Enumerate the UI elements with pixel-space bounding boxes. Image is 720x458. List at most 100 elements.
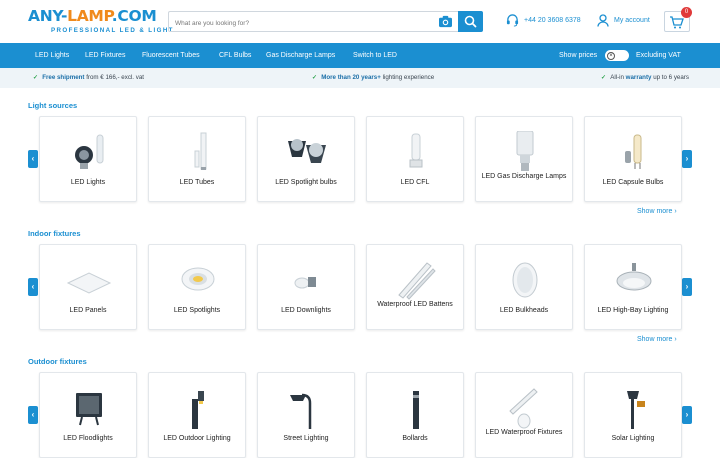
logo-wordmark: ANY-LAMP.COM [28, 7, 157, 25]
search-icon [464, 15, 477, 28]
show-more-link[interactable]: Show more › [637, 336, 677, 343]
usp-warranty: ✓ All-in warranty up to 6 years [601, 74, 689, 81]
chevron-right-icon: › [685, 154, 689, 163]
category-label: LED Panels [69, 307, 107, 314]
phone-number: +44 20 3608 6378 [524, 17, 581, 24]
show-more-link[interactable]: Show more › [637, 208, 677, 215]
nav-item-fluorescent-tubes[interactable]: Fluorescent Tubes [142, 43, 200, 68]
category-label: LED Downlights [281, 307, 331, 314]
downlight-image [294, 277, 316, 289]
street-light-image [290, 393, 312, 429]
carousel-prev-button[interactable]: ‹ [28, 150, 38, 168]
user-icon [597, 14, 609, 27]
category-card-led-high-bay-lighting[interactable]: LED High-Bay Lighting [584, 244, 682, 330]
category-label: LED Spotlight bulbs [275, 179, 337, 186]
show-prices-label: Show prices [559, 52, 598, 59]
camera-icon[interactable] [438, 15, 453, 28]
nav-item-led-fixtures[interactable]: LED Fixtures [85, 43, 125, 68]
cart-button[interactable]: 0 [664, 7, 692, 32]
cfl-image [409, 133, 423, 168]
high-bay-image [616, 263, 652, 291]
category-label: LED High-Bay Lighting [597, 307, 669, 314]
phone-contact[interactable]: +44 20 3608 6378 [506, 14, 581, 27]
account-link[interactable]: My account [597, 14, 650, 27]
carousel-next-button[interactable]: › [682, 150, 692, 168]
logo-tagline: PROFESSIONAL LED & LIGHT [51, 27, 174, 34]
gas-discharge-lamp-image [516, 131, 534, 171]
category-card-led-outdoor-lighting[interactable]: LED Outdoor Lighting [148, 372, 246, 458]
section-title-light-sources: Light sources [28, 101, 78, 110]
led-bulbs-image [75, 134, 104, 169]
site-header: ANY-LAMP.COM PROFESSIONAL LED & LIGHT +4… [0, 0, 720, 43]
headset-icon [506, 14, 519, 27]
chevron-right-icon: › [674, 208, 677, 215]
category-card-solar-lighting[interactable]: Solar Lighting [584, 372, 682, 458]
section-title-outdoor-fixtures: Outdoor fixtures [28, 357, 87, 366]
category-label: Bollards [402, 435, 428, 442]
category-card-led-spotlight-bulbs[interactable]: LED Spotlight bulbs [257, 116, 355, 202]
category-card-led-capsule-bulbs[interactable]: LED Capsule Bulbs [584, 116, 682, 202]
category-label: LED Lights [70, 179, 106, 186]
carousel-prev-button[interactable]: ‹ [28, 406, 38, 424]
search-input[interactable] [169, 14, 419, 33]
category-card-led-tubes[interactable]: LED Tubes [148, 116, 246, 202]
floodlight-image [76, 393, 102, 426]
category-card-led-panels[interactable]: LED Panels [39, 244, 137, 330]
category-card-led-gas-discharge-lamps[interactable]: LED Gas Discharge Lamps [475, 116, 573, 202]
led-panel-image [66, 272, 112, 294]
capsule-bulbs-image [625, 134, 642, 169]
category-label: LED Tubes [179, 179, 215, 186]
category-card-led-waterproof-fixtures[interactable]: LED Waterproof Fixtures [475, 372, 573, 458]
vat-toggle[interactable]: × [605, 50, 629, 61]
chevron-left-icon: ‹ [31, 410, 35, 419]
chevron-right-icon: › [674, 336, 677, 343]
carousel-next-button[interactable]: › [682, 406, 692, 424]
vat-label: Excluding VAT [636, 52, 681, 59]
category-label: LED Capsule Bulbs [602, 179, 664, 186]
search-button[interactable] [458, 11, 483, 32]
carousel-prev-button[interactable]: ‹ [28, 278, 38, 296]
category-card-waterproof-led-battens[interactable]: Waterproof LED Battens [366, 244, 464, 330]
section-title-indoor-fixtures: Indoor fixtures [28, 229, 81, 238]
usp-bar: ✓ Free shipment from € 166,- excl. vat ✓ M… [0, 68, 720, 88]
chevron-right-icon: › [685, 410, 689, 419]
category-label: LED Gas Discharge Lamps [481, 173, 567, 180]
carousel-next-button[interactable]: › [682, 278, 692, 296]
spotlight-bulbs-image [288, 139, 326, 163]
category-card-led-lights[interactable]: LED Lights [39, 116, 137, 202]
logo[interactable]: ANY-LAMP.COM PROFESSIONAL LED & LIGHT [28, 7, 172, 37]
usp-shipping: ✓ Free shipment from € 166,- excl. vat [33, 74, 144, 81]
category-card-led-floodlights[interactable]: LED Floodlights [39, 372, 137, 458]
chevron-left-icon: ‹ [31, 154, 35, 163]
chevron-left-icon: ‹ [31, 282, 35, 291]
nav-item-gas-discharge-lamps[interactable]: Gas Discharge Lamps [266, 43, 335, 68]
category-label: LED Spotlights [173, 307, 221, 314]
check-icon: ✓ [601, 74, 607, 81]
category-card-led-downlights[interactable]: LED Downlights [257, 244, 355, 330]
category-card-led-spotlights[interactable]: LED Spotlights [148, 244, 246, 330]
nav-item-led-lights[interactable]: LED Lights [35, 43, 69, 68]
check-icon: ✓ [312, 74, 318, 81]
check-icon: ✓ [33, 74, 39, 81]
category-label: LED Outdoor Lighting [163, 435, 231, 442]
nav-item-switch-to-led[interactable]: Switch to LED [353, 43, 397, 68]
search-box [168, 11, 458, 33]
category-card-street-lighting[interactable]: Street Lighting [257, 372, 355, 458]
led-tubes-image [194, 132, 207, 170]
category-card-bollards[interactable]: Bollards [366, 372, 464, 458]
cart-count-badge: 0 [681, 7, 692, 18]
category-label: LED CFL [400, 179, 430, 186]
account-label: My account [614, 17, 650, 24]
category-label: LED Waterproof Fixtures [485, 429, 563, 436]
nav-item-cfl-bulbs[interactable]: CFL Bulbs [219, 43, 251, 68]
category-card-led-cfl[interactable]: LED CFL [366, 116, 464, 202]
chevron-right-icon: › [685, 282, 689, 291]
category-card-led-bulkheads[interactable]: LED Bulkheads [475, 244, 573, 330]
waterproof-fixture-image [509, 388, 538, 429]
bollard-image [413, 391, 419, 429]
batten-image [398, 262, 436, 300]
category-label: LED Floodlights [63, 435, 113, 442]
bulkhead-image [512, 262, 538, 298]
category-label: Waterproof LED Battens [377, 301, 453, 308]
main-nav: LED Lights LED Fixtures Fluorescent Tube… [0, 43, 720, 68]
